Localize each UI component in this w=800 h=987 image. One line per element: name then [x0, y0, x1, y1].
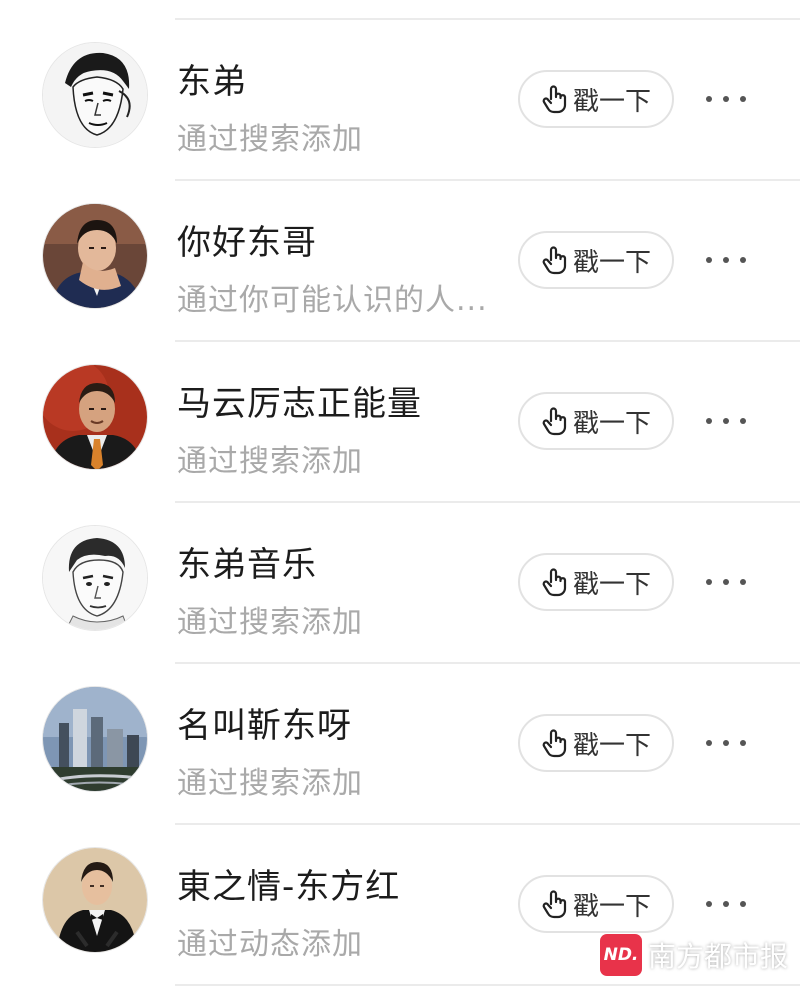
- poke-label: 戳一下: [572, 86, 651, 117]
- poke-label: 戳一下: [572, 247, 651, 278]
- more-dots-icon[interactable]: [706, 734, 746, 752]
- avatar[interactable]: [42, 525, 148, 631]
- hand-pointer-icon: [542, 729, 567, 758]
- poke-button[interactable]: 戳一下: [518, 875, 674, 933]
- more-dots-icon[interactable]: [706, 895, 746, 913]
- more-dots-icon[interactable]: [706, 573, 746, 591]
- poke-label: 戳一下: [572, 730, 651, 761]
- contact-row[interactable]: 马云厉志正能量 通过搜索添加 戳一下: [0, 340, 800, 501]
- avatar[interactable]: [42, 203, 148, 309]
- contact-source: 通过搜索添加: [177, 122, 363, 157]
- poke-button[interactable]: 戳一下: [518, 714, 674, 772]
- more-dots-icon[interactable]: [706, 412, 746, 430]
- contact-row[interactable]: 东弟 通过搜索添加 戳一下: [0, 18, 800, 179]
- contact-name: 東之情-东方红: [177, 867, 401, 907]
- contact-name: 东弟: [177, 62, 247, 102]
- contact-name: 马云厉志正能量: [177, 384, 422, 424]
- contact-row[interactable]: 东弟音乐 通过搜索添加 戳一下: [0, 501, 800, 662]
- avatar[interactable]: [42, 364, 148, 470]
- poke-button[interactable]: 戳一下: [518, 70, 674, 128]
- hand-pointer-icon: [542, 407, 567, 436]
- watermark-text: 南方都市报: [648, 940, 789, 973]
- hand-pointer-icon: [542, 890, 567, 919]
- more-dots-icon[interactable]: [706, 251, 746, 269]
- contact-row[interactable]: 你好东哥 通过你可能认识的人... 戳一下: [0, 179, 800, 340]
- hand-pointer-icon: [542, 568, 567, 597]
- poke-label: 戳一下: [572, 569, 651, 600]
- avatar[interactable]: [42, 686, 148, 792]
- poke-button[interactable]: 戳一下: [518, 231, 674, 289]
- newspaper-logo: ND.: [600, 934, 642, 976]
- contact-source: 通过搜索添加: [177, 444, 363, 479]
- contact-source: 通过动态添加: [177, 927, 363, 962]
- avatar[interactable]: [42, 847, 148, 953]
- more-dots-icon[interactable]: [706, 90, 746, 108]
- contact-source: 通过搜索添加: [177, 605, 363, 640]
- contact-name: 你好东哥: [177, 223, 317, 263]
- contact-source: 通过搜索添加: [177, 766, 363, 801]
- poke-label: 戳一下: [572, 408, 651, 439]
- watermark: ND. 南方都市报: [600, 934, 788, 976]
- poke-label: 戳一下: [572, 891, 651, 922]
- hand-pointer-icon: [542, 85, 567, 114]
- hand-pointer-icon: [542, 246, 567, 275]
- contact-name: 东弟音乐: [177, 545, 317, 585]
- divider: [175, 984, 800, 986]
- contact-row[interactable]: 名叫靳东呀 通过搜索添加 戳一下: [0, 662, 800, 823]
- contact-source: 通过你可能认识的人...: [177, 283, 488, 318]
- contact-list: 东弟 通过搜索添加 戳一下 你好东哥 通过你可能认识的人... 戳一下 马云厉志…: [0, 0, 800, 987]
- poke-button[interactable]: 戳一下: [518, 392, 674, 450]
- contact-name: 名叫靳东呀: [177, 706, 352, 746]
- poke-button[interactable]: 戳一下: [518, 553, 674, 611]
- avatar[interactable]: [42, 42, 148, 148]
